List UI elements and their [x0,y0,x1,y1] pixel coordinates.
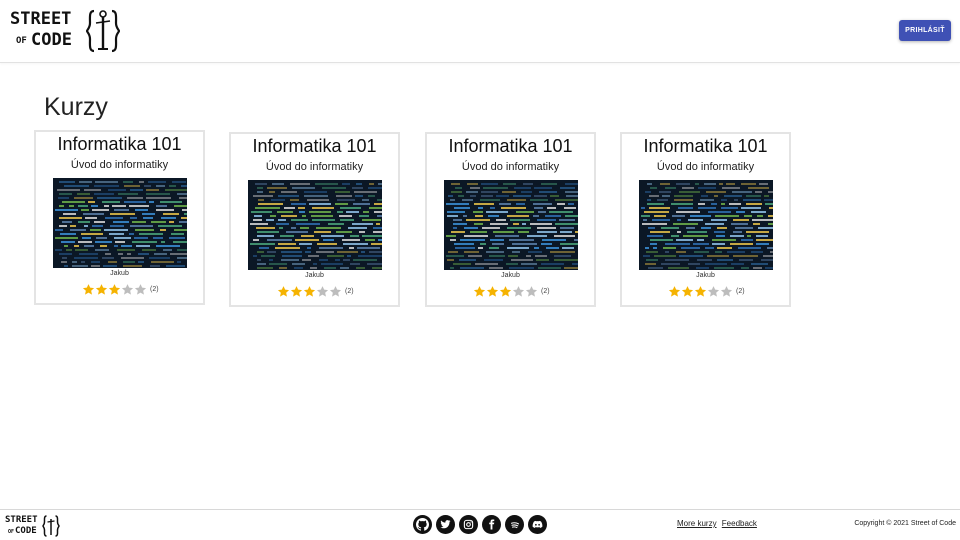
star-empty-icon [512,285,525,297]
facebook-icon[interactable] [482,515,501,534]
login-button[interactable]: PRIHLÁSIŤ [899,20,951,41]
logo-text-code: CODE [31,30,72,50]
course-author: Jakub [305,272,324,279]
code-texture-image [641,183,773,269]
star-filled-icon [95,283,108,295]
course-subtitle: Úvod do informatiky [70,159,169,171]
course-title: Informatika 101 [57,134,182,154]
star-filled-icon [473,285,486,297]
course-title: Informatika 101 [252,136,377,156]
discord-icon[interactable] [528,515,547,534]
logo-text-of: OF [8,529,15,535]
page-title: Kurzy [44,93,108,121]
code-texture-image [446,183,578,269]
star-empty-icon [525,285,538,297]
logo-text-street: STREET [10,9,72,29]
footer-links: More kurzy Feedback [677,519,760,528]
logo-text-street: STREET [5,515,38,525]
star-filled-icon [277,285,290,297]
course-title: Informatika 101 [448,136,573,156]
top-app-bar: STREET OF CODE PRIHLÁSIŤ [0,0,960,63]
course-author: Jakub [110,270,129,277]
footer-link-feedback[interactable]: Feedback [722,519,757,528]
logo-text-of: OF [16,36,27,46]
star-empty-icon [707,285,720,297]
copyright-text: Copyright © 2021 Street of Code [854,520,956,527]
social-links [413,515,551,534]
course-title: Informatika 101 [643,136,768,156]
course-thumbnail [248,180,382,270]
star-rating: (2) [473,284,550,298]
logo-text-code: CODE [15,526,37,536]
star-filled-icon [694,285,707,297]
course-thumbnail [444,180,578,270]
instagram-icon[interactable] [459,515,478,534]
code-texture-image [250,183,382,269]
star-rating: (2) [82,282,159,296]
star-filled-icon [303,285,316,297]
footer-link-more-courses[interactable]: More kurzy [677,519,717,528]
star-empty-icon [329,285,342,297]
footer-logo[interactable]: STREET OF CODE [5,515,65,537]
course-card[interactable]: Informatika 101 Úvod do informatiky Jaku… [34,130,205,305]
star-rating: (2) [668,284,745,298]
star-empty-icon [316,285,329,297]
spotify-icon[interactable] [505,515,524,534]
course-subtitle: Úvod do informatiky [461,161,560,173]
star-filled-icon [108,283,121,295]
review-count: (2) [150,285,159,293]
twitter-icon[interactable] [436,515,455,534]
course-card[interactable]: Informatika 101 Úvod do informatiky Jaku… [425,132,596,307]
course-card[interactable]: Informatika 101 Úvod do informatiky Jaku… [229,132,400,307]
github-icon[interactable] [413,515,432,534]
star-filled-icon [668,285,681,297]
star-filled-icon [290,285,303,297]
course-subtitle: Úvod do informatiky [656,161,755,173]
course-card[interactable]: Informatika 101 Úvod do informatiky Jaku… [620,132,791,307]
star-empty-icon [134,283,147,295]
review-count: (2) [541,287,550,295]
street-lamp-braces-icon [42,515,60,537]
course-thumbnail [639,180,773,270]
star-filled-icon [681,285,694,297]
star-filled-icon [82,283,95,295]
star-empty-icon [720,285,733,297]
street-lamp-braces-icon [86,9,120,53]
star-rating: (2) [277,284,354,298]
street-of-code-logo[interactable]: STREET OF CODE [10,9,122,54]
course-author: Jakub [501,272,520,279]
course-author: Jakub [696,272,715,279]
course-thumbnail [53,178,187,268]
star-filled-icon [486,285,499,297]
star-filled-icon [499,285,512,297]
course-subtitle: Úvod do informatiky [265,161,364,173]
footer: STREET OF CODE More kurzy Feedback Copyr… [0,509,960,540]
code-texture-image [55,181,187,267]
star-empty-icon [121,283,134,295]
review-count: (2) [736,287,745,295]
review-count: (2) [345,287,354,295]
